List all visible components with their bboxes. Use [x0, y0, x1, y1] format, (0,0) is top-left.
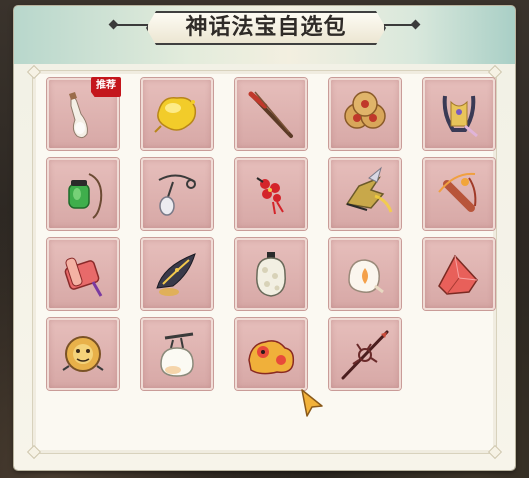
item-slot-golden-ore-lump[interactable]	[141, 78, 213, 150]
item-slot-golden-horned-crown[interactable]	[423, 78, 495, 150]
red-chinese-knot-icon	[256, 177, 284, 215]
item-slot-sun-mirror-disc[interactable]	[47, 318, 119, 390]
item-slot-white-bun-bag[interactable]	[141, 318, 213, 390]
sun-mirror-disc-icon	[62, 336, 104, 372]
item-slot-triple-copper-coins[interactable]	[329, 78, 401, 150]
item-slot-winged-golden-boot[interactable]	[329, 158, 401, 230]
gold-lion-figure-icon	[248, 340, 295, 375]
white-flame-shell-icon	[348, 259, 384, 294]
frame-corner-ornament	[26, 444, 42, 460]
item-slot-red-scroll-bundle[interactable]	[47, 238, 119, 310]
item-slot-jade-green-pouch[interactable]	[47, 158, 119, 230]
white-bun-bag-icon	[160, 332, 194, 377]
red-crystal-stone-icon	[438, 254, 478, 295]
item-slot-white-flame-shell[interactable]	[329, 238, 401, 310]
item-slot-silver-pendant-charm[interactable]	[141, 158, 213, 230]
frame-corner-ornament	[26, 64, 42, 80]
frame-corner-ornament	[487, 64, 503, 80]
triple-copper-coins-icon	[344, 91, 386, 129]
selection-pack-panel: 神话法宝自选包 推荐	[14, 6, 515, 470]
winged-golden-boot-icon	[345, 166, 393, 213]
item-slot-red-chinese-knot[interactable]	[235, 158, 307, 230]
item-slot-white-bottle-gourd[interactable]: 推荐	[47, 77, 121, 150]
item-slot-red-chopstick-blade[interactable]	[235, 78, 307, 150]
golden-horned-crown-icon	[442, 95, 478, 138]
item-slot-dark-feather-fan[interactable]	[141, 238, 213, 310]
frame-corner-ornament	[487, 444, 503, 460]
item-slot-gold-lion-figure[interactable]	[235, 318, 307, 390]
silver-pendant-charm-icon	[158, 174, 196, 216]
item-slot-flaming-bow[interactable]	[423, 158, 495, 230]
panel-title: 神话法宝自选包	[185, 15, 347, 40]
thorned-dark-spear-icon	[341, 330, 389, 380]
recommend-badge: 推荐	[91, 77, 121, 97]
flaming-bow-icon	[438, 172, 477, 212]
item-slot-pearl-bead-gourd[interactable]	[235, 238, 307, 310]
item-slot-red-crystal-stone[interactable]	[423, 238, 495, 310]
mouse-cursor-icon	[301, 389, 323, 417]
red-chopstick-blade-icon	[248, 91, 293, 138]
item-slot-thorned-dark-spear[interactable]	[329, 318, 401, 390]
red-scroll-bundle-icon	[64, 257, 103, 297]
golden-ore-lump-icon	[154, 96, 197, 133]
dark-feather-fan-icon	[156, 253, 196, 296]
pearl-bead-gourd-icon	[256, 252, 286, 297]
jade-green-pouch-icon	[68, 173, 103, 219]
